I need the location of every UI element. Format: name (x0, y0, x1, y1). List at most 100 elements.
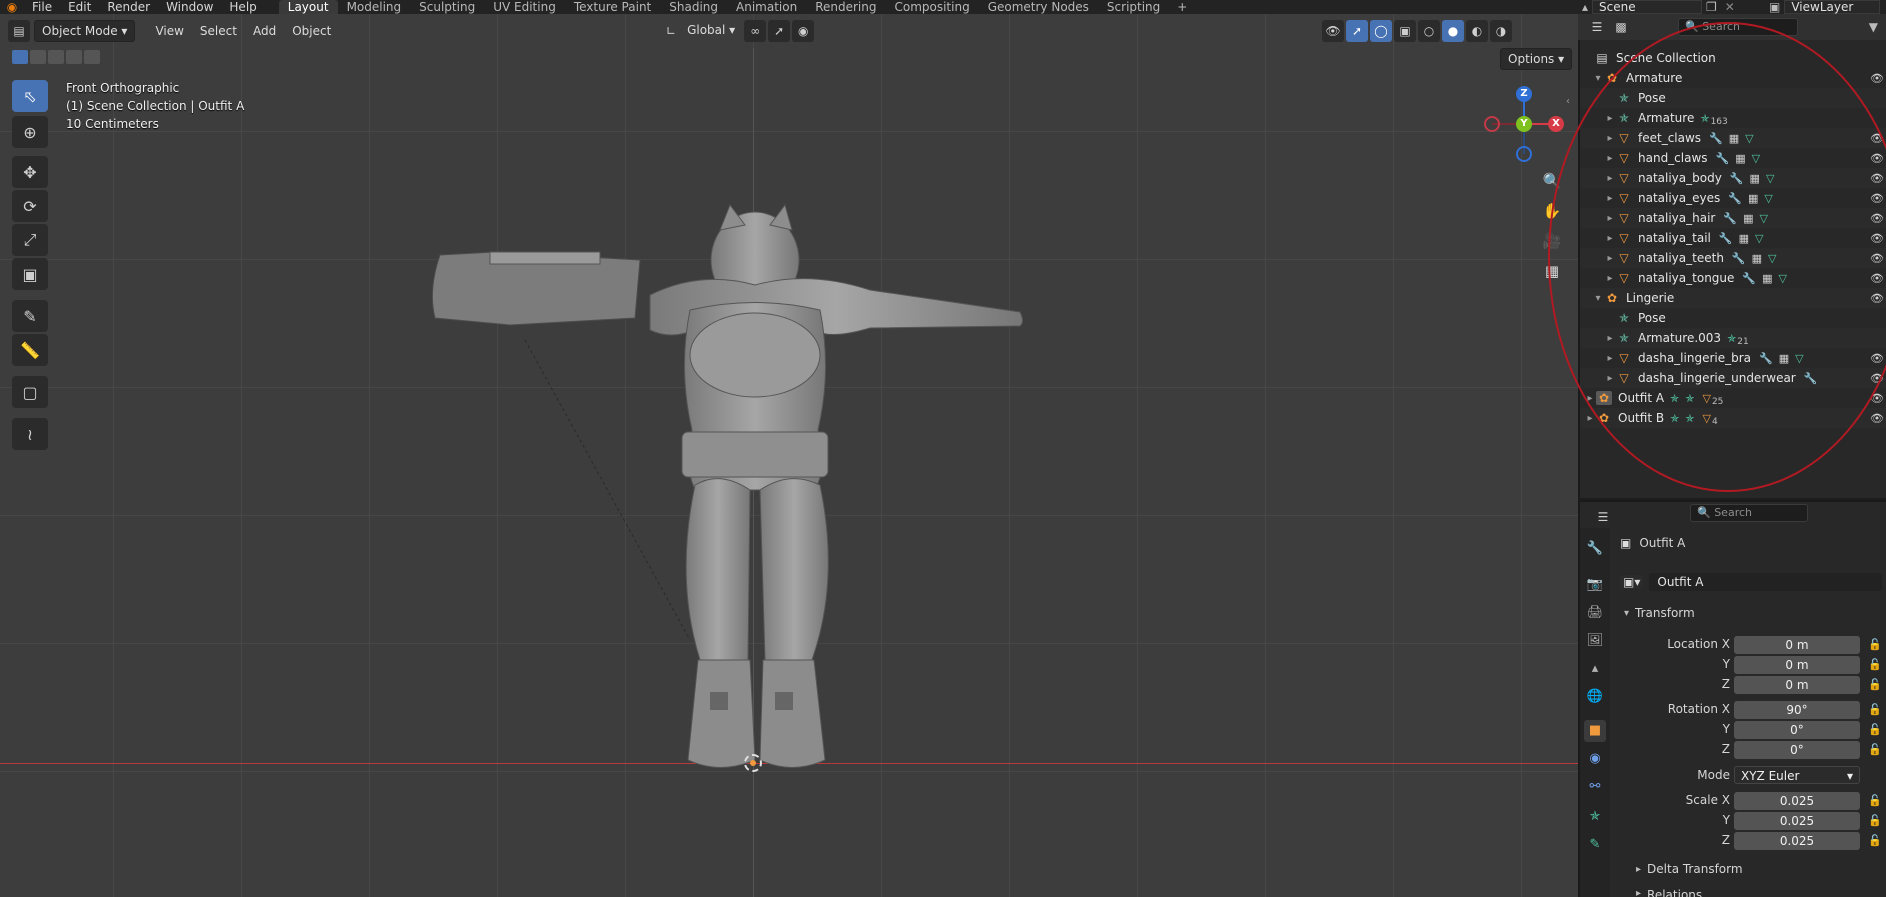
3d-cursor-icon[interactable] (744, 754, 762, 772)
viewlayer-selector[interactable]: ▣ ViewLayer (1765, 0, 1881, 14)
proportional-edit-icon[interactable]: ◉ (792, 20, 815, 42)
select-intersect-icon[interactable] (84, 50, 100, 64)
scene-tab-icon[interactable]: ▴ (1584, 658, 1606, 680)
bone-tab-icon[interactable]: ✎ (1584, 834, 1606, 856)
options-dropdown[interactable]: Options ▾ (1500, 48, 1573, 70)
pivot-icon[interactable]: ∞ (744, 20, 767, 42)
character-model[interactable] (420, 200, 1040, 800)
navigation-gizmo[interactable]: Z X Y (1484, 86, 1564, 162)
solid-shading-icon[interactable]: ● (1442, 20, 1464, 42)
object-name-field[interactable]: Outfit A (1649, 573, 1882, 591)
menu-window[interactable]: Window (158, 0, 221, 14)
world-tab-icon[interactable]: 🌐 (1584, 686, 1606, 708)
tool-tab-icon[interactable]: 🔧 (1584, 538, 1606, 560)
visibility-eye-icon[interactable]: 👁 (1870, 72, 1884, 85)
cursor-tool-icon[interactable]: ⊕ (12, 116, 48, 148)
tab-uv-editing[interactable]: UV Editing (484, 0, 565, 14)
tab-shading[interactable]: Shading (660, 0, 727, 14)
delete-scene-icon[interactable]: ✕ (1721, 0, 1739, 14)
render-tab-icon[interactable]: 📷 (1584, 574, 1606, 596)
rotation-y-field[interactable]: 0° (1734, 721, 1860, 739)
annotate-tool-icon[interactable]: ✎ (12, 300, 48, 332)
tab-animation[interactable]: Animation (727, 0, 806, 14)
gizmo-neg-x-axis[interactable] (1484, 116, 1500, 132)
delta-transform-panel-header[interactable]: ▸ Delta Transform (1636, 862, 1743, 876)
object-data-tab-icon[interactable]: ✯ (1584, 806, 1606, 828)
properties-editor-type-icon[interactable]: ☰ (1592, 506, 1614, 528)
physics-tab-icon[interactable]: ◉ (1584, 748, 1606, 770)
location-x-field[interactable]: 0 m (1734, 636, 1860, 654)
visibility-icon[interactable]: 👁 (1322, 20, 1344, 42)
filter-icon[interactable]: ▼ (1869, 20, 1878, 34)
scene-name-field[interactable]: Scene (1592, 0, 1703, 14)
new-scene-icon[interactable]: ❐ (1702, 0, 1721, 14)
tab-rendering[interactable]: Rendering (806, 0, 885, 14)
constraints-tab-icon[interactable]: ⚯ (1584, 776, 1606, 798)
lock-icon[interactable]: 🔓 (1868, 743, 1882, 756)
gizmo-z-axis[interactable]: Z (1516, 86, 1532, 102)
menu-edit[interactable]: Edit (60, 0, 99, 14)
tab-layout[interactable]: Layout (278, 0, 338, 14)
menu-add[interactable]: Add (245, 24, 284, 38)
menu-help[interactable]: Help (221, 0, 264, 14)
sidebar-toggle-icon[interactable]: ‹ (1566, 96, 1570, 107)
menu-select[interactable]: Select (192, 24, 245, 38)
add-cube-tool-icon[interactable]: ▢ (12, 376, 48, 408)
menu-file[interactable]: File (24, 0, 60, 14)
rotation-z-field[interactable]: 0° (1734, 741, 1860, 759)
transform-panel-header[interactable]: ▾ Transform (1624, 606, 1695, 620)
tab-sculpting[interactable]: Sculpting (410, 0, 484, 14)
snap-icon[interactable]: ➚ (768, 20, 791, 42)
lock-icon[interactable]: 🔓 (1868, 794, 1882, 807)
lock-icon[interactable]: 🔓 (1868, 834, 1882, 847)
rotation-x-field[interactable]: 90° (1734, 701, 1860, 719)
visibility-eye-icon[interactable]: 👁 (1870, 412, 1884, 425)
select-new-icon[interactable] (12, 50, 28, 64)
lock-icon[interactable]: 🔓 (1868, 814, 1882, 827)
select-invert-icon[interactable] (66, 50, 82, 64)
select-box-tool-icon[interactable]: ⬁ (12, 80, 48, 112)
object-tab-icon[interactable]: ■ (1584, 720, 1606, 742)
rendered-shading-icon[interactable]: ◑ (1490, 20, 1512, 42)
location-y-field[interactable]: 0 m (1734, 656, 1860, 674)
gizmo-neg-z-axis[interactable] (1516, 146, 1532, 162)
rotation-mode-dropdown[interactable]: XYZ Euler ▾ (1734, 766, 1860, 784)
menu-render[interactable]: Render (99, 0, 158, 14)
add-workspace-icon[interactable]: + (1169, 0, 1195, 14)
tab-modeling[interactable]: Modeling (338, 0, 411, 14)
scale-tool-icon[interactable]: ⤢ (12, 224, 48, 256)
measure-tool-icon[interactable]: 📏 (12, 334, 48, 366)
select-subtract-icon[interactable] (48, 50, 64, 64)
overlay-toggle-icon[interactable]: ◯ (1370, 20, 1392, 42)
gizmo-toggle-icon[interactable]: ➚ (1346, 20, 1368, 42)
lock-icon[interactable]: 🔓 (1868, 658, 1882, 671)
select-extend-icon[interactable] (30, 50, 46, 64)
output-tab-icon[interactable]: 🖨 (1584, 602, 1606, 624)
wireframe-shading-icon[interactable]: ○ (1418, 20, 1440, 42)
relations-panel-header[interactable]: ▸ Relations (1636, 888, 1702, 897)
editor-type-icon[interactable]: ▤ (8, 20, 30, 42)
menu-view[interactable]: View (147, 24, 191, 38)
menu-object[interactable]: Object (284, 24, 339, 38)
expand-chevron-icon[interactable]: ▾ (1592, 73, 1604, 84)
transform-tool-icon[interactable]: ▣ (12, 258, 48, 290)
tab-texture-paint[interactable]: Texture Paint (565, 0, 660, 14)
object-type-dropdown-icon[interactable]: ▣▾ (1620, 575, 1644, 589)
rotate-tool-icon[interactable]: ⟳ (12, 190, 48, 222)
view-layer-tab-icon[interactable]: 🖼 (1584, 630, 1606, 652)
gizmo-x-axis[interactable]: X (1548, 116, 1564, 132)
mode-dropdown[interactable]: Object Mode ▾ (34, 20, 136, 42)
properties-search-input[interactable]: 🔍 Search (1690, 504, 1808, 522)
outliner-editor-type-icon[interactable]: ☰ (1586, 16, 1608, 38)
scale-y-field[interactable]: 0.025 (1734, 812, 1860, 830)
scale-z-field[interactable]: 0.025 (1734, 832, 1860, 850)
tab-geometry-nodes[interactable]: Geometry Nodes (979, 0, 1098, 14)
scene-selector[interactable]: ▴ Scene ❐ ✕ (1578, 0, 1739, 14)
curve-tool-icon[interactable]: ≀ (12, 418, 48, 450)
tab-compositing[interactable]: Compositing (885, 0, 978, 14)
lock-icon[interactable]: 🔓 (1868, 678, 1882, 691)
blender-logo-icon[interactable]: ◉ (0, 0, 24, 14)
tab-scripting[interactable]: Scripting (1098, 0, 1169, 14)
lock-icon[interactable]: 🔓 (1868, 723, 1882, 736)
lock-icon[interactable]: 🔓 (1868, 638, 1882, 651)
